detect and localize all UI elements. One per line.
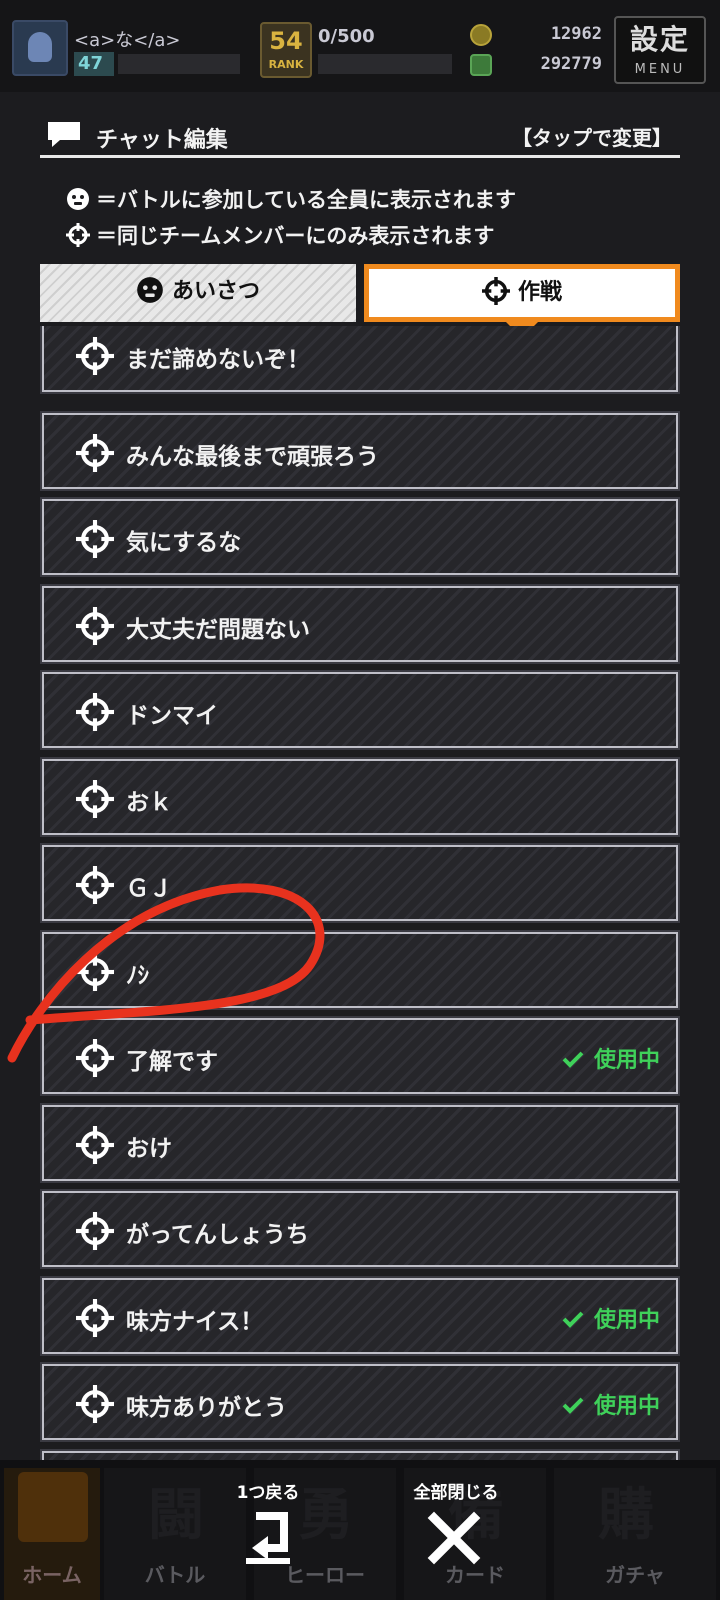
rank-badge: 54 RANK [260, 22, 312, 78]
bottom-dim-overlay [0, 1460, 720, 1600]
settings-menu-button[interactable]: 設定 MENU [614, 16, 706, 84]
level-progress-bar [118, 54, 240, 74]
message-row[interactable]: おｋ [40, 756, 680, 837]
in-use-text: 使用中 [593, 1307, 660, 1333]
message-label: ドンマイ [126, 703, 218, 729]
crosshair-icon [76, 520, 114, 558]
message-label: ﾉｼ [126, 962, 149, 989]
legend-all-players: ＝バトルに参加している全員に表示されます [66, 184, 516, 214]
crosshair-icon [76, 1125, 114, 1164]
message-row[interactable]: 大丈夫だ問題ない [40, 583, 680, 664]
check-icon [562, 1051, 584, 1068]
tap-to-change-hint: 【タップで変更】 [512, 126, 672, 150]
tab-tactics[interactable]: 作戦 [364, 264, 680, 322]
gem-icon [470, 54, 492, 76]
message-label: まだ諦めないぞ！ [126, 347, 310, 373]
crosshair-icon [76, 1212, 114, 1250]
rank-progress-bar [318, 54, 452, 74]
message-label: おけ [126, 1135, 172, 1162]
legend-all-text: ＝バトルに参加している全員に表示されます [96, 188, 516, 212]
crosshair-icon [76, 606, 114, 645]
gem-count: 292779 [540, 54, 602, 74]
message-row[interactable]: ﾉｼ [40, 929, 680, 1010]
check-icon [562, 1311, 584, 1328]
chat-bubble-icon [48, 122, 80, 147]
message-row[interactable]: ドンマイ [40, 670, 680, 750]
message-label: みんな最後まで頑張ろう [126, 443, 379, 470]
message-label: ＧＪ [126, 876, 172, 902]
settings-sub-label: MENU [634, 62, 686, 77]
rank-progress: 0/500 [318, 26, 375, 47]
message-row[interactable]: みんな最後まで頑張ろう [40, 410, 680, 491]
message-label: 気にするな [126, 530, 242, 556]
check-icon [562, 1397, 584, 1414]
crosshair-icon [76, 433, 114, 472]
message-row[interactable]: がってんしょうち [40, 1189, 680, 1269]
crosshair-icon [76, 1385, 114, 1423]
player-level: 47 [74, 52, 114, 76]
currency-box: 12962 292779 [466, 18, 608, 82]
player-name: <a>な</a> [74, 30, 181, 51]
crosshair-icon [76, 952, 114, 991]
message-row[interactable]: まだ諦めないぞ！ [40, 326, 680, 394]
message-row[interactable]: 味方ナイス！ 使用中 [40, 1275, 680, 1356]
coin-icon [470, 24, 492, 46]
crosshair-icon [76, 337, 114, 375]
tab-greeting-label: あいさつ [171, 279, 260, 304]
settings-label: 設定 [629, 23, 690, 56]
crosshair-icon [481, 277, 510, 305]
in-use-badge: 使用中 [562, 1042, 660, 1074]
crosshair-icon [76, 779, 114, 818]
message-row[interactable]: 了解です 使用中 [40, 1016, 680, 1096]
close-all-label: 全部閉じる [413, 1483, 499, 1503]
message-label: 味方ありがとう [126, 1395, 287, 1421]
close-all-icon[interactable] [424, 1508, 484, 1568]
in-use-text: 使用中 [593, 1048, 660, 1073]
top-status-bar: <a>な</a> 47 54 RANK 0/500 12962 292779 設… [0, 0, 720, 92]
rank-word: RANK [268, 58, 304, 71]
crosshair-icon [76, 866, 114, 904]
message-label: おｋ [126, 789, 172, 816]
tab-tactics-label: 作戦 [517, 280, 562, 305]
chat-message-list[interactable]: まだ諦めないぞ！ みんな最後まで頑張ろう 気にするな大丈夫だ問題ない ドンマイおｋ ＧＪ… [40, 326, 680, 1460]
crosshair-icon [76, 1039, 114, 1077]
message-label: 了解です [126, 1049, 218, 1075]
face-icon [137, 277, 163, 303]
message-label: がってんしょうち [126, 1222, 309, 1248]
message-row[interactable]: おけ [40, 1102, 680, 1183]
message-row[interactable] [40, 1448, 680, 1460]
message-label: 味方ナイス！ [126, 1308, 264, 1335]
coin-count: 12962 [550, 24, 602, 44]
message-row[interactable]: 味方ありがとう 使用中 [40, 1362, 680, 1442]
in-use-text: 使用中 [593, 1394, 660, 1419]
message-label: 大丈夫だ問題ない [126, 616, 310, 643]
crosshair-icon [76, 693, 114, 731]
tab-greeting[interactable]: あいさつ [40, 264, 356, 322]
player-avatar[interactable] [12, 20, 68, 76]
face-icon [67, 188, 89, 210]
message-row[interactable]: 気にするな [40, 497, 680, 577]
rank-number: 54 [269, 27, 303, 55]
in-use-badge: 使用中 [562, 1302, 660, 1334]
in-use-badge: 使用中 [562, 1388, 660, 1420]
panel-header: チャット編集 【タップで変更】 [40, 114, 680, 158]
crosshair-icon [66, 223, 90, 247]
panel-title: チャット編集 [96, 128, 228, 153]
back-label: 1つ戻る [236, 1483, 300, 1503]
legend-team-only: ＝同じチームメンバーにのみ表示されます [66, 220, 494, 250]
crosshair-icon [76, 1298, 114, 1337]
back-arrow-icon[interactable] [238, 1508, 298, 1568]
message-row[interactable]: ＧＪ [40, 843, 680, 923]
legend-team-text: ＝同じチームメンバーにのみ表示されます [96, 224, 495, 248]
